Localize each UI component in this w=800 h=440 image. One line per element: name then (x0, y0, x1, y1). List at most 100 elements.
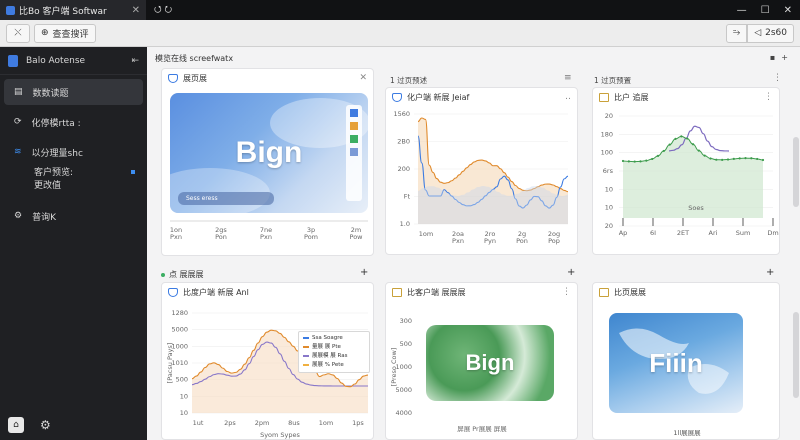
data-point (662, 149, 665, 153)
add-icon[interactable]: + (766, 267, 774, 278)
chart-card-5[interactable]: 比客户端 展展展 ⋮ 300 500 1000 5000 4000 [Preso Cow]… (385, 282, 578, 440)
map-image-green: Bign (426, 325, 554, 401)
settings-gear-icon[interactable]: ⚙ (40, 418, 51, 432)
data-point (668, 143, 671, 146)
card-header: 比户 追展 ⋮ (593, 88, 779, 106)
side-tool-icon[interactable] (350, 135, 358, 143)
add-icon[interactable]: + (360, 267, 368, 278)
card-title: 展页展 (183, 73, 207, 83)
section-1-title-text: 模览在线 screefwatx (155, 54, 234, 63)
area-series (418, 186, 568, 224)
center-label: Soes (688, 204, 704, 212)
card-title: 比户 追展 (614, 92, 649, 102)
card-2-top-label-text: 1 过页预述 (390, 76, 428, 85)
status-dot-icon (131, 170, 135, 174)
legend-swatch (303, 363, 309, 366)
close-icon[interactable]: ✕ (359, 73, 367, 83)
refresh-icon: ⟳ (14, 117, 22, 127)
x-tick-label: Pxn (260, 233, 272, 241)
x-tick-label: Pop (548, 237, 560, 245)
x-tick-label: Dm (767, 229, 778, 237)
data-point (732, 157, 735, 160)
more-options-icon[interactable]: ⋮ (773, 73, 782, 83)
scrollbar-lower[interactable] (793, 312, 799, 398)
more-options-icon[interactable]: ⋮ (562, 287, 571, 297)
side-tool-icon[interactable] (350, 109, 358, 117)
x-tick-label: Pon (516, 237, 528, 245)
side-tool-icon[interactable] (350, 148, 358, 156)
document-icon: ▤ (14, 87, 23, 97)
card-title: 化户端 新展 Jeiaf (407, 92, 470, 102)
y-tick-label: 4000 (395, 409, 412, 417)
chart-card-4[interactable]: 比度户端 新展 Anl 1280 5000 1000 1010 500 10 10 1ut 2p… (161, 282, 374, 440)
data-point (750, 157, 753, 160)
collapse-sidebar-icon[interactable]: ⇤ (131, 56, 139, 66)
more-options-icon[interactable]: ‥ (565, 92, 571, 102)
data-point (621, 159, 625, 163)
filter-icon[interactable]: ≡ (564, 73, 572, 83)
card-header: 化户端 新展 Jeiaf ‥ (386, 88, 577, 106)
x-tick-label: Ari (709, 229, 718, 237)
preview-card-1[interactable]: 展页展 ✕ Bign Sess eress 1on Pxn 2gs Pon 7ne Pxn… (161, 68, 374, 256)
close-window-icon[interactable]: ✕ (784, 5, 792, 16)
sidebar-footer: ⌂ ⚙ (0, 410, 147, 440)
shield-icon (168, 73, 178, 83)
x-tick-label: 1ut (193, 419, 204, 427)
minimize-icon[interactable]: — (737, 5, 747, 16)
toolbar-right-a-button[interactable]: ⥲ (726, 23, 748, 43)
map-image-text: Bign (465, 350, 515, 375)
y-tick-label: 1280 (171, 309, 188, 317)
y-axis-label: [Preso Cow] (390, 348, 398, 387)
card-header: 比页展展 (593, 283, 779, 301)
add-icon[interactable]: + (781, 53, 788, 62)
view-report-button[interactable]: ⊕ 查查搜评 (34, 23, 96, 43)
close-tab-icon[interactable]: ✕ (132, 5, 140, 16)
chart-card-3[interactable]: 比户 追展 ⋮ 20 180 100 6rs 10 10 20 Ap 6I 2ET Ari Sum Dm… (592, 87, 780, 255)
side-tool-icon[interactable] (350, 122, 358, 130)
folder-icon (599, 287, 609, 297)
sidebar-item-settings[interactable]: ⚙ 普询K (4, 203, 143, 229)
card-2-top-label: 1 过页预述 (390, 75, 427, 86)
add-icon[interactable]: + (567, 267, 575, 278)
legend-item: Ssa Soagre (303, 334, 365, 343)
data-point (686, 137, 689, 140)
home-icon[interactable]: ⌂ (8, 417, 24, 433)
scrollbar-upper[interactable] (793, 137, 799, 207)
x-tick-label: Sum (736, 229, 751, 237)
data-point (656, 154, 660, 157)
chart-card-6[interactable]: 比页展展 Fiiin 1ll展展展 (592, 282, 780, 440)
more-icon[interactable]: ▪ (770, 53, 775, 62)
y-tick-label: Ft (404, 193, 411, 201)
y-tick-label: 500 (176, 376, 188, 384)
card-3-top-label: 1 过页预置 (594, 75, 631, 86)
sidebar: Balo Aotense ⇤ ▤ 数数读题 ⟳ 化停模rtta : ≋ 以分理量… (0, 47, 147, 440)
tools-button[interactable]: ⤬ (6, 23, 30, 43)
sidebar-item-label: 化停模rtta : (31, 118, 81, 129)
data-point (697, 149, 700, 152)
x-tick-label: Pom (304, 233, 318, 241)
more-options-icon[interactable]: ⋮ (764, 92, 773, 102)
data-point (639, 160, 642, 163)
tab-extra-icons[interactable]: ⭯ ⭮ (154, 2, 172, 18)
card-title: 比页展展 (614, 287, 646, 297)
legend-swatch (303, 336, 309, 339)
legend-label: 量展 展 Pte (312, 344, 341, 350)
y-tick-label: 200 (398, 165, 410, 173)
x-tick-label: 8us (288, 419, 300, 427)
data-point (651, 157, 654, 161)
y-tick-label: 1.0 (400, 220, 410, 228)
window-tab[interactable]: 比Bo 客户端 Softwar ✕ (0, 0, 146, 20)
sidebar-item-refresh[interactable]: ⟳ 化停模rtta : (4, 109, 143, 135)
y-tick-label: 10 (180, 409, 188, 417)
chart-card-2[interactable]: 化户端 新展 Jeiaf ‥ 1560 2B0 200 Ft 1.0 1om 2oa Pxn 2… (385, 87, 578, 255)
data-point (633, 160, 636, 163)
sidebar-item-network[interactable]: ≋ 以分理量shc (4, 139, 143, 165)
maximize-icon[interactable]: ☐ (761, 5, 770, 16)
toolbar-right-b-button[interactable]: ◁ 2s60 (747, 23, 794, 43)
x-axis-label: Syom Sypes (260, 431, 300, 439)
map-caption: 1ll展展展 (673, 429, 701, 437)
cloud-shape (170, 168, 270, 213)
legend-label: 展展 % Pete (312, 362, 344, 368)
sidebar-item-data[interactable]: ▤ 数数读题 (4, 79, 143, 105)
sidebar-sub-client[interactable]: 客户预览: 更改值 (0, 167, 147, 193)
